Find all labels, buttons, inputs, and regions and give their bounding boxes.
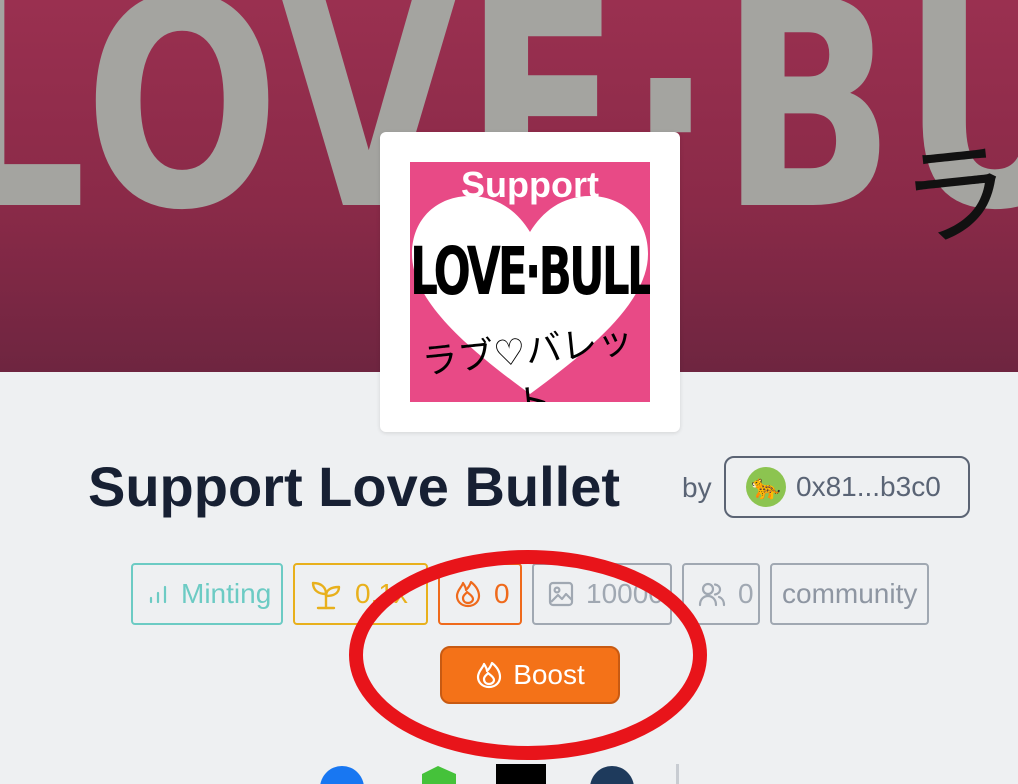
collection-logo-card: Support LOVE·BULLET ラブ♡バレット [380, 132, 680, 432]
social-links-row [0, 764, 1018, 784]
status-label: Minting [181, 578, 272, 609]
bar-chart-icon [149, 585, 167, 604]
supply-tag: 10000 [532, 563, 672, 625]
logo-main-text: LOVE·BULLET [410, 234, 650, 311]
burn-tag: 0 [438, 563, 522, 625]
collection-logo: Support LOVE·BULLET ラブ♡バレット [410, 162, 650, 402]
growth-value: 0.1x [355, 578, 408, 609]
burn-value: 0 [494, 578, 510, 609]
boost-label: Boost [513, 659, 585, 690]
owner-avatar: 🐆 [746, 467, 786, 507]
collection-title: Support Love Bullet [88, 455, 620, 518]
category-tag[interactable]: community [770, 563, 929, 625]
divider [676, 764, 679, 784]
category-label: community [782, 578, 918, 609]
flame-icon [455, 580, 481, 608]
holders-tag: 0 [682, 563, 760, 625]
collection-tags: Minting 0.1x 0 10000 0 community [0, 563, 1018, 625]
status-tag: Minting [131, 563, 283, 625]
sprout-icon [311, 581, 341, 610]
x-icon[interactable] [496, 764, 546, 784]
by-label: by [682, 472, 712, 503]
flame-icon [477, 661, 502, 689]
holders-value: 0 [738, 578, 754, 609]
users-icon [698, 582, 726, 607]
logo-support-text: Support [461, 164, 599, 205]
share-icon[interactable] [588, 764, 636, 784]
owner-address: 0x81...b3c0 [796, 471, 941, 502]
line-icon[interactable] [418, 764, 458, 784]
image-icon [548, 581, 574, 607]
growth-tag: 0.1x [293, 563, 428, 625]
owner-address-button[interactable]: 🐆 0x81...b3c0 [724, 456, 970, 518]
boost-button[interactable]: Boost [440, 646, 620, 704]
banner-kana: ラブ [894, 114, 1018, 266]
supply-value: 10000 [586, 578, 664, 609]
facebook-icon[interactable] [318, 764, 366, 784]
